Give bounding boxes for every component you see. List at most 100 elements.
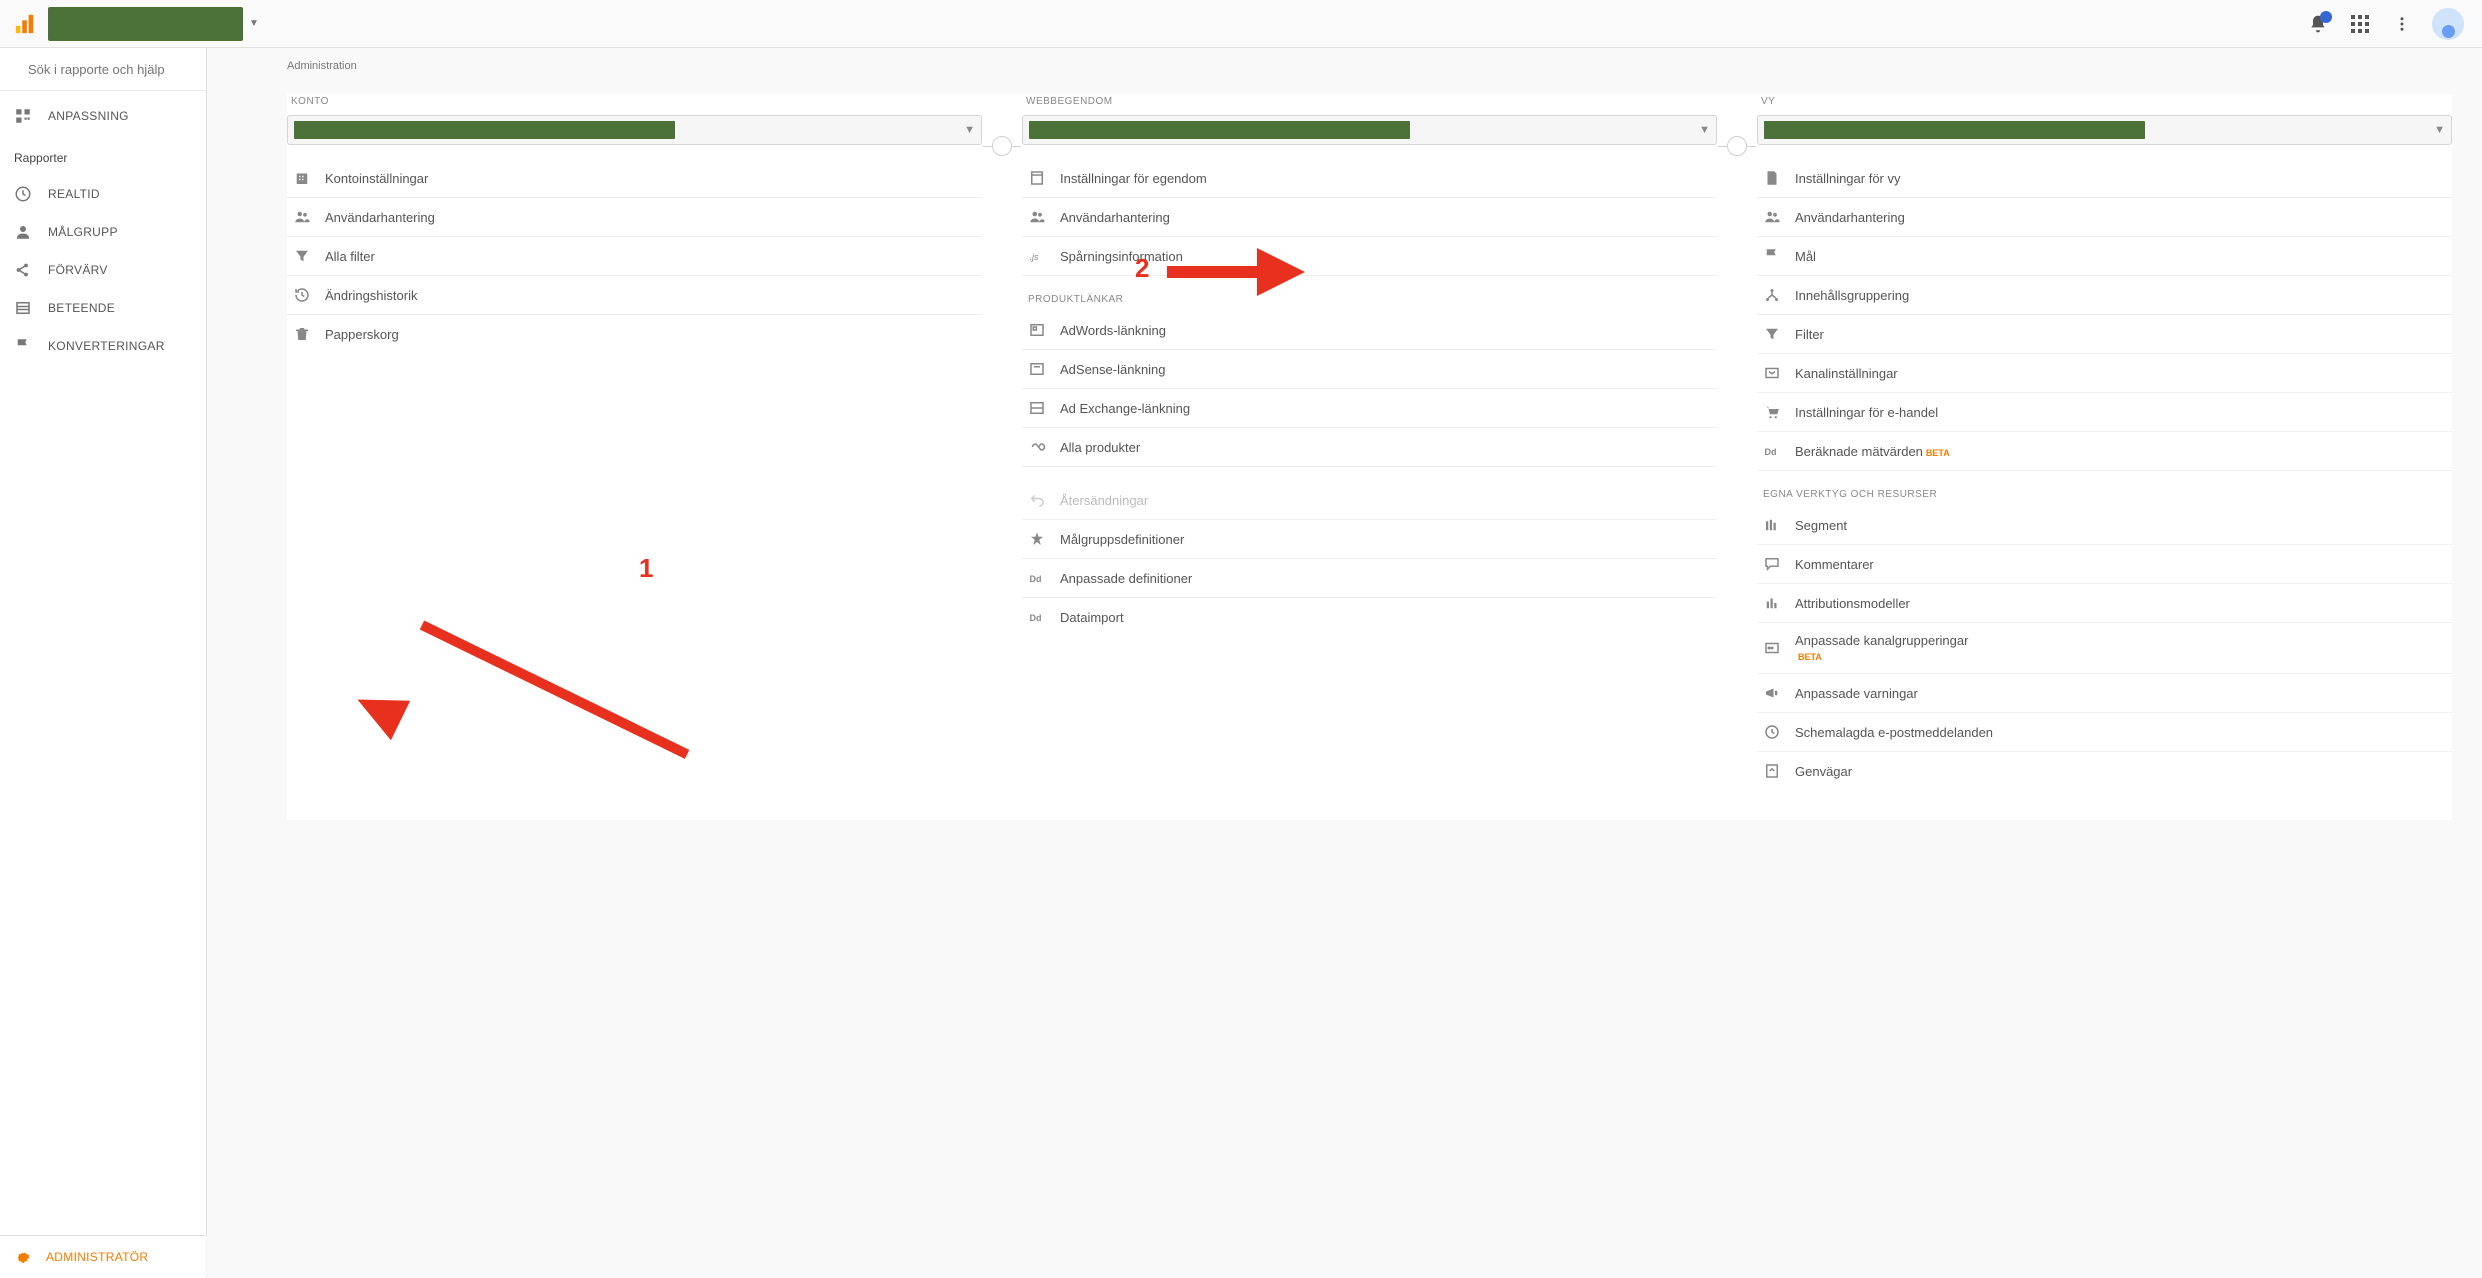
menu-label: Papperskorg: [325, 327, 399, 342]
sidebar-item-conversions[interactable]: KONVERTERINGAR: [0, 327, 206, 365]
menu-label: Användarhantering: [325, 210, 435, 225]
view-item-shortcuts[interactable]: Genvägar: [1757, 752, 2452, 790]
view-item-attribution[interactable]: Attributionsmodeller: [1757, 584, 2452, 623]
kebab-icon[interactable]: [2390, 12, 2414, 36]
menu-label: Kanalinställningar: [1795, 366, 1898, 381]
view-item-ecommerce[interactable]: Inställningar för e-handel: [1757, 393, 2452, 432]
search-input[interactable]: [28, 62, 204, 77]
menu-label: Genvägar: [1795, 764, 1852, 779]
sidebar-search[interactable]: [0, 48, 206, 91]
account-column: KONTO ▼ Kontoinställningar Användarhante…: [287, 94, 982, 353]
view-column: VY ▼ Inställningar för vy Användarhanter…: [1757, 94, 2452, 790]
menu-label: Spårningsinformation: [1060, 249, 1183, 264]
history-icon: [293, 286, 311, 304]
tree-icon: [1763, 286, 1781, 304]
menu-label: Schemalagda e-postmeddelanden: [1795, 725, 1993, 740]
reports-group-title: Rapporter: [0, 141, 206, 169]
menu-label: Inställningar för egendom: [1060, 171, 1207, 186]
target-icon: [1028, 530, 1046, 548]
page-icon: [1028, 169, 1046, 187]
property-item-settings[interactable]: Inställningar för egendom: [1022, 159, 1717, 198]
sidebar-item-acquisition[interactable]: FÖRVÄRV: [0, 251, 206, 289]
view-item-users[interactable]: Användarhantering: [1757, 198, 2452, 237]
bell-icon[interactable]: [2306, 12, 2330, 36]
view-item-segments[interactable]: Segment: [1757, 506, 2452, 545]
person-icon: [14, 223, 32, 241]
view-item-customchannels[interactable]: Anpassade kanalgrupperingarBETA: [1757, 623, 2452, 674]
funnel-icon: [293, 247, 311, 265]
menu-label: AdWords-länkning: [1060, 323, 1166, 338]
comment-icon: [1763, 555, 1781, 573]
account-item-settings[interactable]: Kontoinställningar: [287, 159, 982, 198]
menu-label: Målgruppsdefinitioner: [1060, 532, 1184, 547]
sidebar-item-admin[interactable]: ADMINISTRATÖR: [0, 1235, 206, 1278]
main-panel: Administration KONTO ▼ Kontoinställninga…: [207, 48, 2482, 1278]
doc-icon: [1763, 169, 1781, 187]
redacted-icon: [1764, 121, 2145, 139]
sidebar-item-customization[interactable]: ANPASSNING: [0, 97, 206, 135]
annotation-arrow-2: [1167, 266, 1267, 278]
js-icon: .js: [1028, 247, 1046, 265]
notification-dot: [2320, 11, 2332, 23]
sidebar-label: BETEENDE: [48, 301, 115, 315]
view-item-goals[interactable]: Mål: [1757, 237, 2452, 276]
property-item-audiencedefs[interactable]: Målgruppsdefinitioner: [1022, 520, 1717, 559]
breadcrumb: Administration: [207, 60, 2482, 72]
property-item-adwords[interactable]: AdWords-länkning: [1022, 311, 1717, 350]
account-item-users[interactable]: Användarhantering: [287, 198, 982, 237]
view-item-calculated[interactable]: Dd Beräknade mätvärdenBETA: [1757, 432, 2452, 471]
caret-down-icon: ▼: [2434, 124, 2445, 136]
admin-label: ADMINISTRATÖR: [46, 1250, 148, 1264]
property-item-tracking[interactable]: .js Spårningsinformation: [1022, 237, 1717, 276]
property-item-customdefs[interactable]: Dd Anpassade definitioner: [1022, 559, 1717, 598]
view-item-contentgrouping[interactable]: Innehållsgruppering: [1757, 276, 2452, 315]
menu-label: Anpassade kanalgrupperingar: [1795, 633, 1968, 648]
gear-icon: [14, 1248, 32, 1266]
property-selector[interactable]: ▼: [1022, 115, 1717, 145]
apps-grid-icon[interactable]: [2348, 12, 2372, 36]
people-icon: [1028, 208, 1046, 226]
view-item-scheduledemails[interactable]: Schemalagda e-postmeddelanden: [1757, 713, 2452, 752]
caret-down-icon: ▼: [964, 124, 975, 136]
menu-label: Kommentarer: [1795, 557, 1874, 572]
view-item-customalerts[interactable]: Anpassade varningar: [1757, 674, 2452, 713]
property-item-adexchange[interactable]: Ad Exchange-länkning: [1022, 389, 1717, 428]
header-icon-group: [2306, 8, 2468, 40]
link-icon: [1028, 360, 1046, 378]
property-item-postbacks[interactable]: Återsändningar: [1022, 481, 1717, 520]
view-item-filters[interactable]: Filter: [1757, 315, 2452, 354]
sidebar-item-audience[interactable]: MÅLGRUPP: [0, 213, 206, 251]
menu-label: Segment: [1795, 518, 1847, 533]
svg-text:Dd: Dd: [1765, 447, 1777, 457]
account-selector[interactable]: ▼: [287, 115, 982, 145]
view-item-channels[interactable]: Kanalinställningar: [1757, 354, 2452, 393]
menu-label: Alla filter: [325, 249, 375, 264]
account-item-filters[interactable]: Alla filter: [287, 237, 982, 276]
redacted-icon: [294, 121, 675, 139]
property-item-dataimport[interactable]: Dd Dataimport: [1022, 598, 1717, 636]
svg-text:.js: .js: [1030, 252, 1040, 262]
menu-label: Alla produkter: [1060, 440, 1140, 455]
menu-label: Inställningar för vy: [1795, 171, 1901, 186]
menu-label: Inställningar för e-handel: [1795, 405, 1938, 420]
property-selector[interactable]: [48, 7, 243, 41]
view-selector[interactable]: ▼: [1757, 115, 2452, 145]
view-item-annotations[interactable]: Kommentarer: [1757, 545, 2452, 584]
property-item-adsense[interactable]: AdSense-länkning: [1022, 350, 1717, 389]
sidebar-item-behavior[interactable]: BETEENDE: [0, 289, 206, 327]
account-item-trash[interactable]: Papperskorg: [287, 315, 982, 353]
property-item-users[interactable]: Användarhantering: [1022, 198, 1717, 237]
segment-icon: [1763, 516, 1781, 534]
caret-down-icon[interactable]: ▼: [249, 18, 259, 29]
property-column-title: WEBBEGENDOM: [1022, 94, 1717, 115]
view-item-settings[interactable]: Inställningar för vy: [1757, 159, 2452, 198]
property-item-allproducts[interactable]: Alla produkter: [1022, 428, 1717, 467]
channel-icon: [1763, 639, 1781, 657]
megaphone-icon: [1763, 684, 1781, 702]
menu-label: Anpassade definitioner: [1060, 571, 1192, 586]
avatar[interactable]: [2432, 8, 2464, 40]
sidebar-item-realtime[interactable]: REALTID: [0, 175, 206, 213]
account-item-history[interactable]: Ändringshistorik: [287, 276, 982, 315]
link-icon: [1028, 321, 1046, 339]
link-icon: [1028, 399, 1046, 417]
